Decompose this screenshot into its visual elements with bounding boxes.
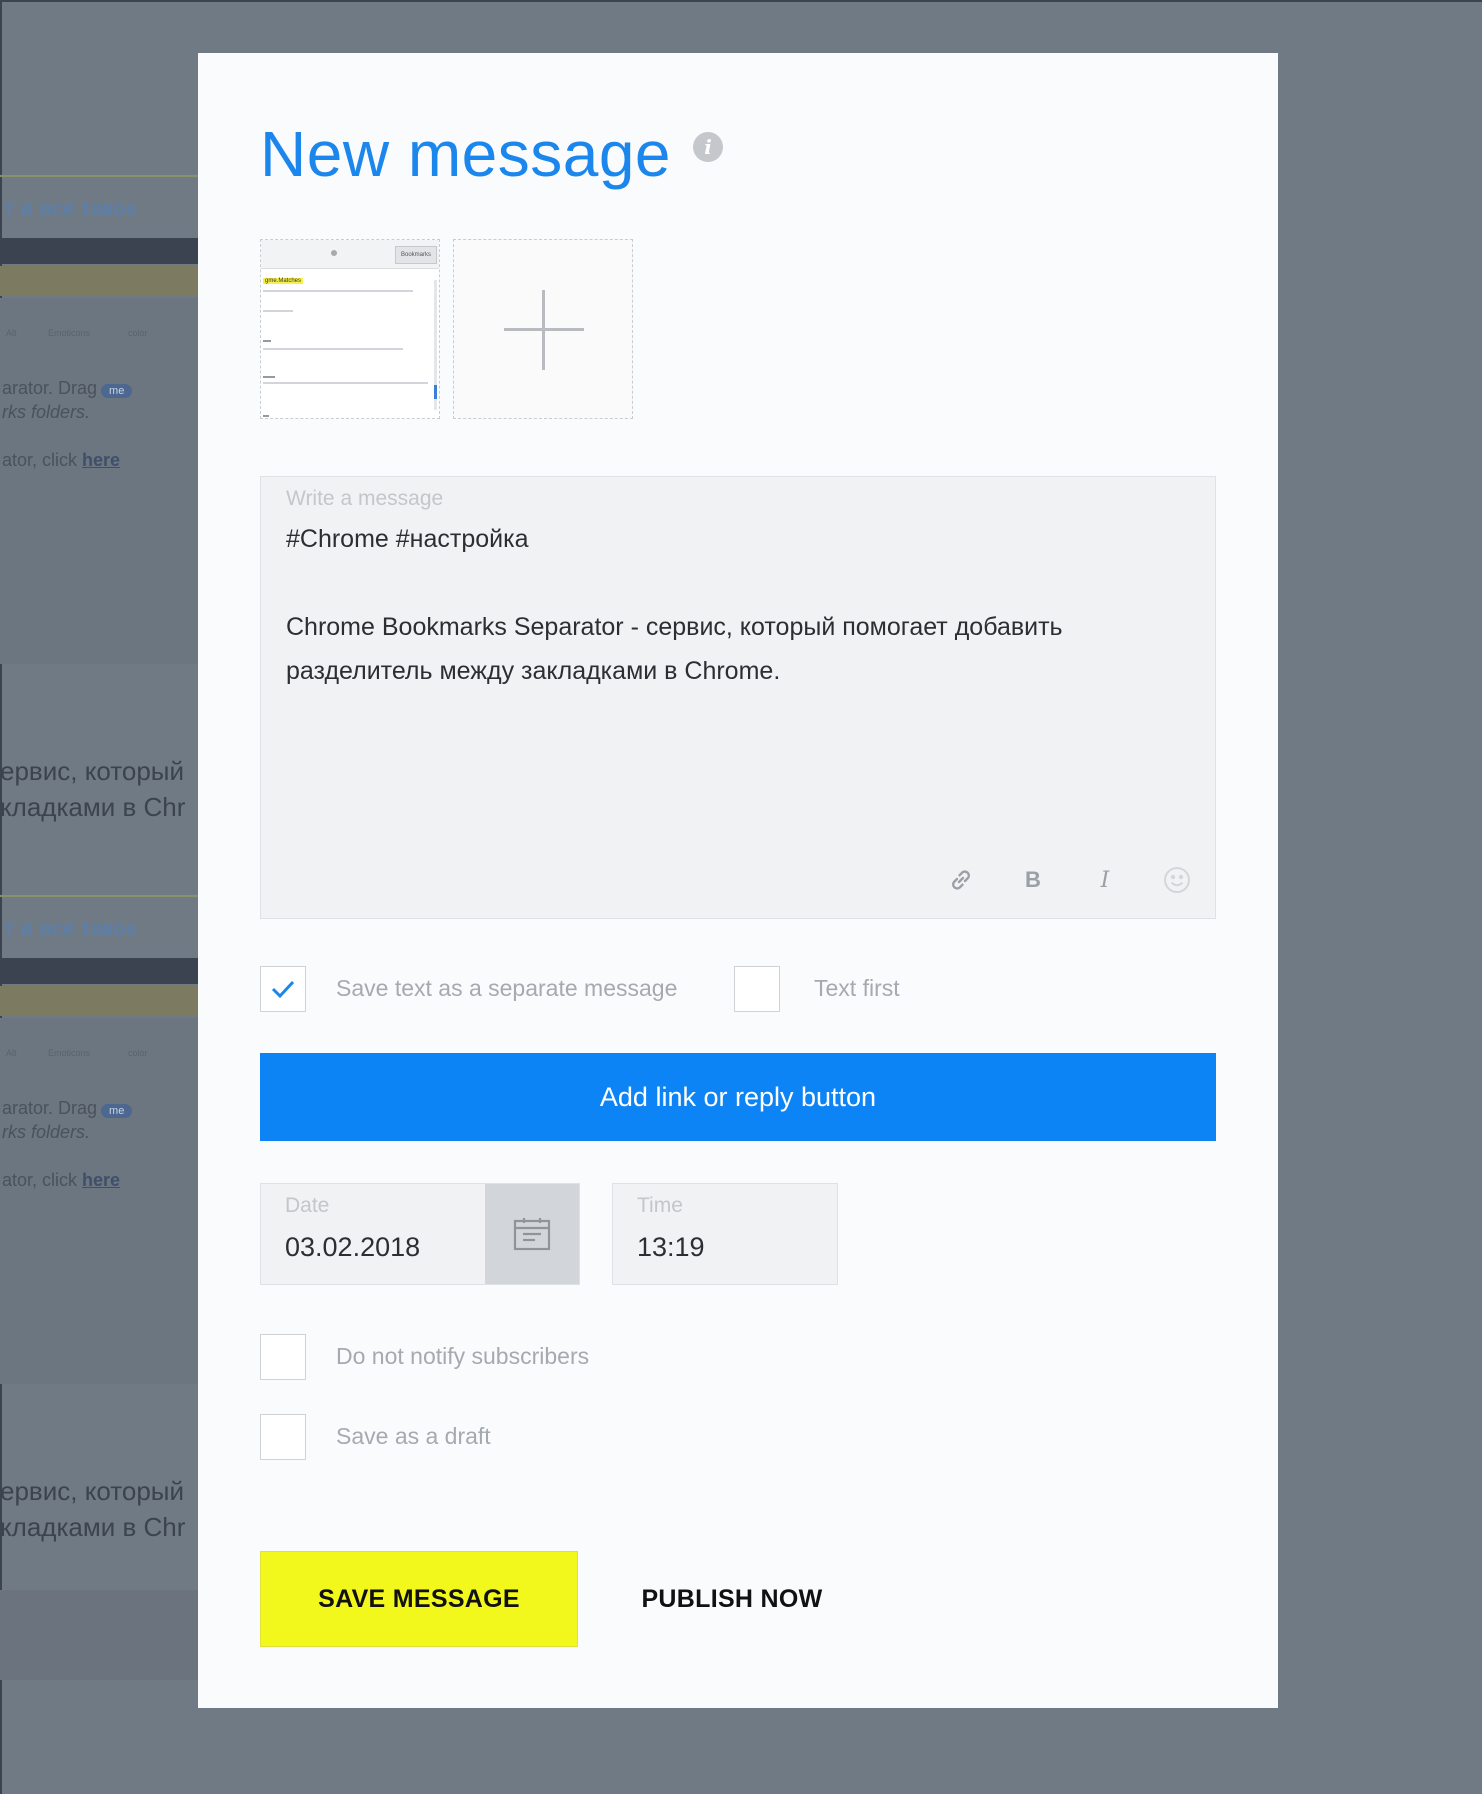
background-tiny-label: Emoticons	[48, 328, 91, 338]
date-field[interactable]: Date 03.02.2018	[260, 1183, 580, 1285]
separate-message-label: Save text as a separate message	[336, 975, 678, 1001]
background-bar	[0, 986, 198, 1016]
link-icon[interactable]	[943, 862, 979, 898]
background-text: ator, click here	[2, 450, 121, 470]
thumbnail-scrollbar-thumb	[434, 385, 437, 399]
background-tiny-label: Alt	[6, 328, 17, 338]
save-message-button[interactable]: SAVE MESSAGE	[260, 1551, 578, 1647]
background-bar	[0, 958, 198, 984]
thumbnail-line	[263, 348, 403, 350]
thumbnail-line	[263, 415, 269, 417]
thumbnail-toolbar: Bookmarks	[261, 240, 439, 269]
dialog-title: New message	[260, 118, 671, 190]
text-first-checkbox[interactable]	[734, 966, 780, 1012]
publish-now-button[interactable]: PUBLISH NOW	[610, 1551, 854, 1647]
background-divider	[0, 175, 198, 177]
background-card: Alt Emoticons color arator. Drag me rks f…	[0, 1018, 198, 1384]
info-icon[interactable]: i	[693, 132, 723, 162]
thumbnail-highlight: gme.Matches	[263, 278, 304, 284]
time-field[interactable]: Time 13:19	[612, 1183, 838, 1285]
thumbnail-line	[263, 340, 271, 342]
background-tiny-label: color	[128, 328, 148, 338]
date-value[interactable]: 03.02.2018	[285, 1232, 420, 1263]
background-link: here	[82, 450, 121, 470]
separate-message-checkbox[interactable]	[260, 966, 306, 1012]
background-bar	[0, 238, 198, 264]
save-draft-checkbox[interactable]	[260, 1414, 306, 1460]
background-tiny-label: Alt	[6, 1048, 17, 1058]
thumbnail-line	[263, 382, 428, 384]
date-label: Date	[285, 1194, 330, 1217]
text-first-label: Text first	[814, 975, 900, 1001]
new-message-dialog: New message i Bookmarks gme.Matches Writ…	[198, 53, 1278, 1708]
background-badge: me	[101, 1104, 133, 1118]
background-text: ator, click here	[2, 1170, 121, 1190]
thumbnail-line	[263, 310, 293, 312]
background-divider	[0, 895, 198, 897]
attached-image-thumbnail[interactable]: Bookmarks gme.Matches	[260, 239, 440, 419]
bold-button[interactable]: B	[1015, 862, 1051, 898]
do-not-notify-checkbox[interactable]	[260, 1334, 306, 1380]
background-text: arator. Drag me	[2, 1098, 133, 1119]
background-snippet: кладками в Chr	[0, 792, 186, 822]
emoji-icon[interactable]	[1159, 862, 1195, 898]
message-placeholder: Write a message	[286, 487, 444, 510]
background-snippet: ервис, который	[0, 756, 185, 786]
background-tagline: т и все такое	[4, 918, 138, 940]
calendar-icon	[513, 1218, 551, 1251]
thumbnail-line	[263, 290, 413, 292]
do-not-notify-label: Do not notify subscribers	[336, 1343, 590, 1369]
message-text[interactable]: #Chrome #настройка Chrome Bookmarks Sepa…	[286, 517, 1186, 693]
background-text: arator. Drag me	[2, 378, 133, 399]
add-image-button[interactable]	[453, 239, 633, 419]
message-editor[interactable]: Write a message #Chrome #настройка Chrom…	[260, 476, 1216, 919]
calendar-button[interactable]	[485, 1184, 579, 1284]
thumbnail-line	[263, 376, 275, 378]
background-tagline: т и все такое	[4, 198, 138, 220]
add-link-button[interactable]: Add link or reply button	[260, 1053, 1216, 1141]
background-text: rks folders.	[2, 402, 91, 422]
editor-toolbar: B I	[907, 862, 1195, 898]
background-card	[0, 1590, 198, 1680]
time-label: Time	[637, 1194, 683, 1217]
thumbnail-button: Bookmarks	[395, 246, 437, 264]
dialog-header: New message i	[260, 117, 723, 191]
background-tiny-label: Emoticons	[48, 1048, 91, 1058]
background-snippet: кладками в Chr	[0, 1512, 186, 1542]
time-value[interactable]: 13:19	[637, 1232, 705, 1263]
background-badge: me	[101, 384, 133, 398]
background-bar	[0, 266, 198, 296]
background-border-top	[0, 0, 1482, 2]
background-text: rks folders.	[2, 1122, 91, 1142]
background-link: here	[82, 1170, 121, 1190]
plus-icon	[542, 290, 545, 370]
background-tiny-label: color	[128, 1048, 148, 1058]
thumbnail-dot-icon	[331, 250, 337, 256]
italic-button[interactable]: I	[1087, 862, 1123, 898]
background-card: Alt Emoticons color arator. Drag me rks f…	[0, 298, 198, 664]
save-draft-label: Save as a draft	[336, 1423, 491, 1449]
checkmark-icon	[271, 980, 295, 999]
background-snippet: ервис, который	[0, 1476, 185, 1506]
